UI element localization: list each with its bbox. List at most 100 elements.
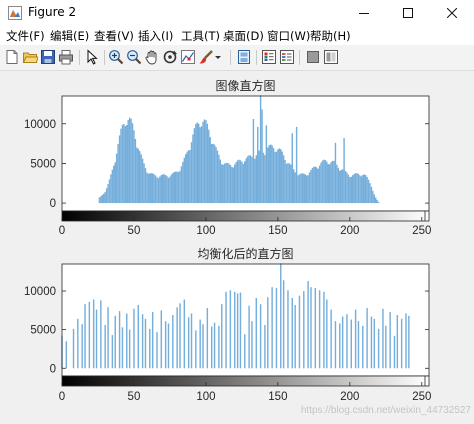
brush-icon[interactable] <box>198 49 214 65</box>
watermark-text: https://blog.csdn.net/weixin_44732527 <box>301 405 472 416</box>
histogram-bar <box>183 157 186 204</box>
histogram-bar <box>282 280 285 369</box>
histogram-bar <box>218 154 220 204</box>
histogram-bar <box>162 174 164 204</box>
histogram-bar <box>190 313 193 369</box>
rotate-3d-icon[interactable] <box>162 49 178 65</box>
histogram-bar <box>118 311 121 369</box>
minimize-button[interactable] <box>342 0 386 26</box>
figure-canvas[interactable]: 图像直方图 0 5000 10000 0 50 100 150 200 250 均衡化后的直方图 0 5… <box>0 71 474 424</box>
brush-menu-arrow-icon[interactable] <box>214 49 222 65</box>
histogram-bar <box>337 167 340 204</box>
histogram-bar <box>320 162 322 204</box>
histogram-bar <box>242 163 245 204</box>
histogram-bar <box>331 160 334 204</box>
histogram-bar <box>389 311 391 369</box>
y-tick-label: 10000 <box>24 119 56 131</box>
histogram-bar <box>377 201 380 204</box>
histogram-bar <box>222 164 224 204</box>
histogram-bar <box>382 308 384 369</box>
histogram-bar <box>333 160 335 204</box>
histogram-bar <box>352 175 354 204</box>
menu-desktop[interactable]: 桌面(D) <box>223 28 264 44</box>
histogram-bar <box>77 318 79 369</box>
histogram-bar <box>72 328 75 369</box>
histogram-bar <box>288 163 291 204</box>
histogram-bar <box>334 321 337 369</box>
histogram-bar <box>321 160 324 204</box>
histogram-bar <box>280 263 282 369</box>
histogram-bar <box>203 119 206 204</box>
open-file-icon[interactable] <box>22 49 38 65</box>
histogram-bar <box>232 167 234 204</box>
link-plot-icon[interactable] <box>236 49 252 65</box>
histogram-bar <box>244 161 246 204</box>
histogram-bar <box>269 144 272 204</box>
histogram-bar <box>336 164 338 204</box>
menu-file[interactable]: 文件(F) <box>6 28 45 44</box>
zoom-in-icon[interactable] <box>108 49 124 65</box>
zoom-out-icon[interactable] <box>126 49 142 65</box>
histogram-bar <box>248 305 250 369</box>
menu-view[interactable]: 查看(V) <box>94 28 134 44</box>
histogram-bar <box>209 137 211 204</box>
histogram-bar <box>196 122 198 204</box>
insert-legend-icon[interactable] <box>279 49 295 65</box>
histogram-bar <box>156 177 158 204</box>
hide-plot-tools-icon[interactable] <box>305 49 321 65</box>
histogram-bar <box>349 177 351 204</box>
histogram-bar <box>159 176 161 204</box>
histogram-bar <box>267 147 269 204</box>
histogram-bar <box>173 172 175 204</box>
toolbar-separator <box>230 50 231 65</box>
histogram-bar <box>156 331 158 369</box>
histogram-bar <box>373 194 376 204</box>
insert-colorbar-icon[interactable] <box>261 49 277 65</box>
histogram-bar <box>100 196 102 204</box>
x-tick-label: 200 <box>340 391 359 403</box>
histogram-bar <box>264 155 266 204</box>
histogram-bar <box>205 120 207 204</box>
histogram-bar <box>187 317 190 369</box>
histogram-bar <box>104 325 106 369</box>
histogram-bar <box>313 166 315 204</box>
histogram-bar <box>176 307 178 369</box>
histogram-bar <box>317 168 319 204</box>
edit-plot-arrow-icon[interactable] <box>84 49 100 65</box>
menu-edit[interactable]: 编辑(E) <box>50 28 89 44</box>
histogram-bar <box>305 175 308 204</box>
close-button[interactable] <box>430 0 474 26</box>
pan-hand-icon[interactable] <box>144 49 160 65</box>
histogram-bar <box>210 326 213 369</box>
histogram-bar <box>362 325 364 369</box>
histogram-bar <box>343 138 345 204</box>
histogram-bar <box>186 151 188 204</box>
histogram-bar <box>295 126 298 204</box>
histogram-bar <box>272 148 275 204</box>
histogram-bar <box>114 162 116 204</box>
histogram-bar <box>123 124 125 204</box>
histogram-bar <box>310 287 312 369</box>
histogram-bar <box>376 200 378 204</box>
histogram-bar <box>310 169 312 204</box>
show-plot-tools-icon[interactable] <box>323 49 339 65</box>
histogram-bar <box>275 151 278 204</box>
histogram-bar <box>126 125 128 204</box>
title-bar[interactable]: Figure 2 <box>0 0 474 26</box>
print-icon[interactable] <box>58 49 74 65</box>
menu-help[interactable]: 帮助(H) <box>310 28 351 44</box>
histogram-bar <box>136 147 138 204</box>
histogram-bar <box>216 150 219 204</box>
menu-window[interactable]: 窗口(W) <box>267 28 310 44</box>
histogram-bar <box>259 304 262 369</box>
menu-insert[interactable]: 插入(I) <box>138 28 173 44</box>
data-cursor-icon[interactable] <box>180 49 196 65</box>
new-figure-icon[interactable] <box>4 49 20 65</box>
histogram-bar <box>347 174 350 204</box>
menu-tools[interactable]: 工具(T) <box>181 28 220 44</box>
x-tick-label: 100 <box>196 225 215 237</box>
histogram-bar <box>354 173 357 204</box>
histogram-bar <box>110 174 112 204</box>
maximize-button[interactable] <box>386 0 430 26</box>
save-icon[interactable] <box>40 49 56 65</box>
